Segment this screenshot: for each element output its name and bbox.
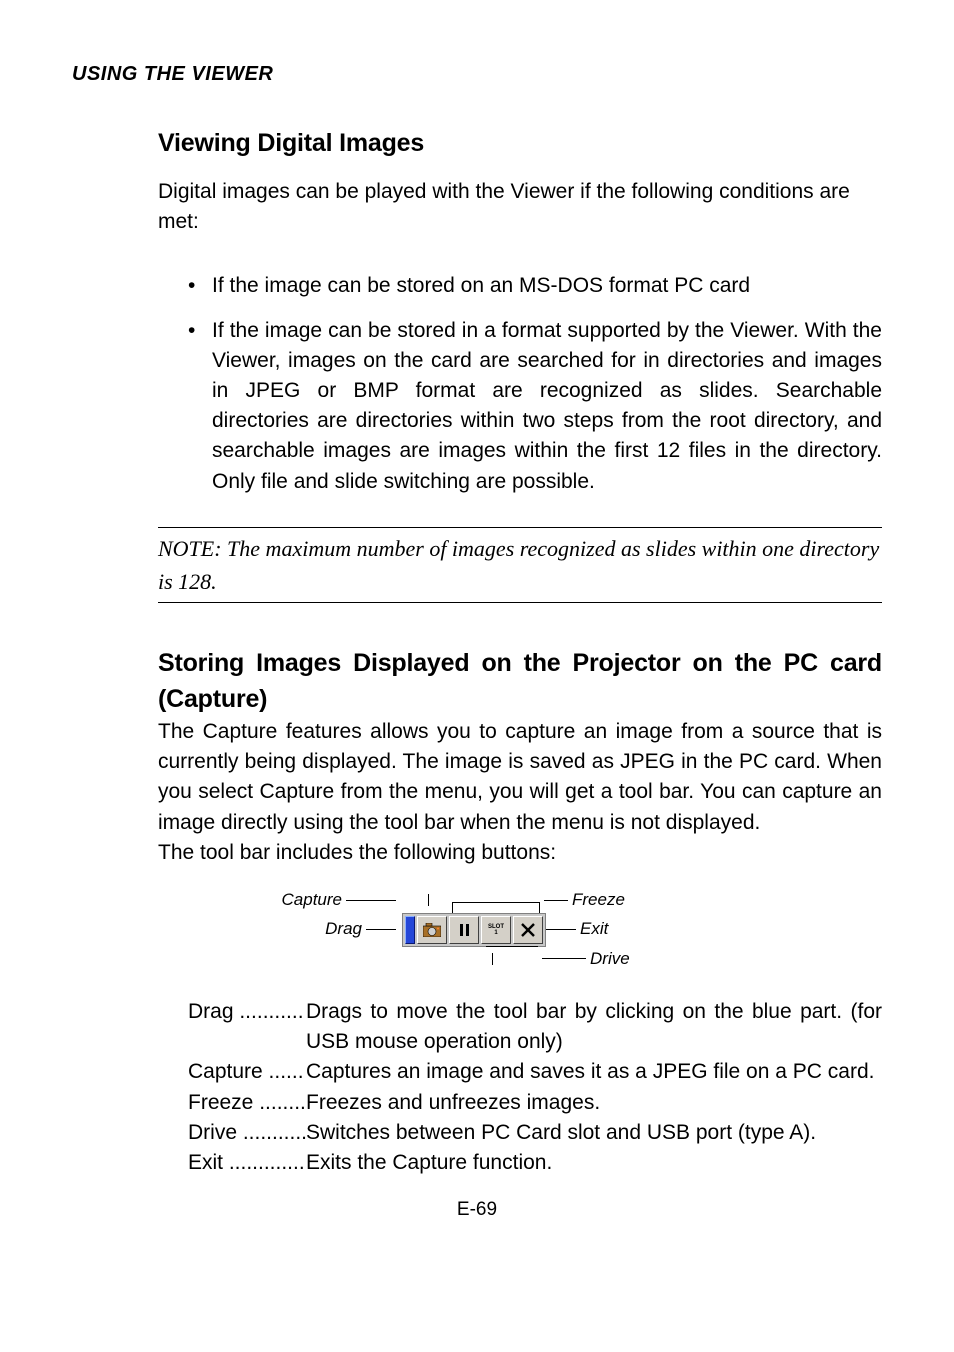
note-bottom-rule xyxy=(158,602,882,603)
heading-storing-images: Storing Images Displayed on the Projecto… xyxy=(158,645,882,717)
def-desc: Captures an image and saves it as a JPEG… xyxy=(306,1057,882,1087)
definition-list: Drag ........... Drags to move the tool … xyxy=(188,997,882,1178)
bullet-item: • If the image can be stored on an MS-DO… xyxy=(188,271,882,301)
def-freeze: Freeze ........ Freezes and unfreezes im… xyxy=(188,1088,882,1118)
slot-icon: SLOT 1 xyxy=(488,924,504,936)
freeze-button[interactable] xyxy=(449,916,479,944)
def-drive: Drive ........... Switches between PC Ca… xyxy=(188,1118,882,1148)
def-term: Drive ........... xyxy=(188,1118,306,1148)
label-drag: Drag xyxy=(325,917,362,941)
drive-button[interactable]: SLOT 1 xyxy=(481,916,511,944)
heading-viewing-digital-images: Viewing Digital Images xyxy=(158,125,882,161)
bullet-marker: • xyxy=(188,271,202,301)
def-desc: Freezes and unfreezes images. xyxy=(306,1088,882,1118)
exit-button[interactable] xyxy=(513,916,543,944)
def-exit: Exit ............. Exits the Capture fun… xyxy=(188,1148,882,1178)
def-drag: Drag ........... Drags to move the tool … xyxy=(188,997,882,1057)
toolbar-intro: The tool bar includes the following butt… xyxy=(158,838,882,868)
bullet-marker: • xyxy=(188,316,202,497)
capture-toolbar: SLOT 1 xyxy=(402,913,546,947)
def-desc: Exits the Capture function. xyxy=(306,1148,882,1178)
label-capture: Capture xyxy=(282,888,342,912)
toolbar-diagram: Capture Freeze Drag xyxy=(72,888,882,971)
def-term: Freeze ........ xyxy=(188,1088,306,1118)
label-drive: Drive xyxy=(590,947,630,971)
capture-paragraph: The Capture features allows you to captu… xyxy=(158,717,882,838)
def-term: Exit ............. xyxy=(188,1148,306,1178)
bullet-text: If the image can be stored in a format s… xyxy=(212,316,882,497)
def-desc: Switches between PC Card slot and USB po… xyxy=(306,1118,882,1148)
label-exit: Exit xyxy=(580,917,608,941)
page-number: E-69 xyxy=(72,1196,882,1223)
def-term: Drag ........... xyxy=(188,997,306,1057)
def-desc: Drags to move the tool bar by clicking o… xyxy=(306,997,882,1057)
running-header: USING THE VIEWER xyxy=(72,60,882,89)
capture-button[interactable] xyxy=(417,916,447,944)
def-term: Capture ...... xyxy=(188,1057,306,1087)
bullet-text: If the image can be stored on an MS-DOS … xyxy=(212,271,882,301)
bullet-item: • If the image can be stored in a format… xyxy=(188,316,882,497)
label-freeze: Freeze xyxy=(572,888,625,912)
pause-icon xyxy=(460,924,469,936)
def-capture: Capture ...... Captures an image and sav… xyxy=(188,1057,882,1087)
note-text: NOTE: The maximum number of images recog… xyxy=(158,528,882,602)
drag-handle[interactable] xyxy=(405,916,415,944)
intro-paragraph: Digital images can be played with the Vi… xyxy=(158,177,882,237)
